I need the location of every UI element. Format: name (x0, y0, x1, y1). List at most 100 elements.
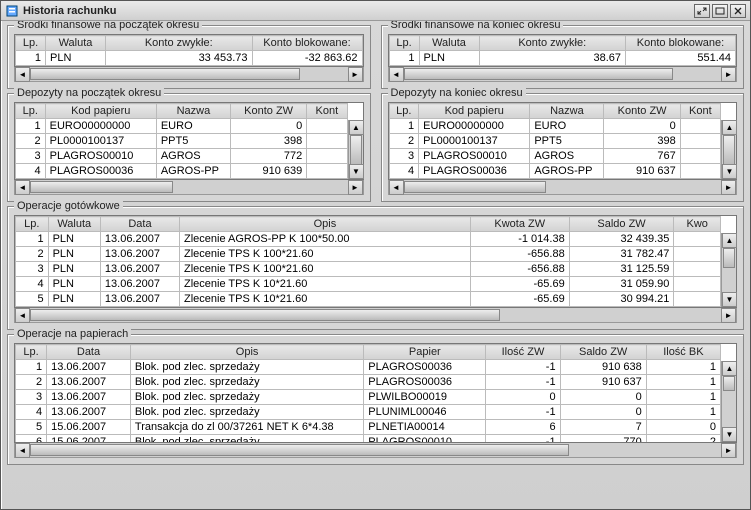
col-lp[interactable]: Lp. (16, 104, 46, 119)
header-row[interactable]: Lp. Data Opis Papier Ilość ZW Saldo ZW I… (16, 345, 721, 360)
col-lp[interactable]: Lp. (389, 104, 419, 119)
vscrollbar[interactable]: ▲ ▼ (348, 120, 363, 179)
col-kod[interactable]: Kod papieru (45, 104, 156, 119)
scroll-track[interactable] (722, 248, 736, 292)
scroll-thumb[interactable] (404, 68, 674, 80)
table-row[interactable]: 2PLN13.06.2007Zlecenie TPS K 100*21.60-6… (16, 247, 721, 262)
hscrollbar[interactable]: ◄ ► (14, 67, 364, 82)
scroll-thumb[interactable] (30, 444, 569, 456)
col-konto-blokowane[interactable]: Konto blokowane: (252, 36, 362, 51)
scroll-right-icon[interactable]: ► (348, 180, 363, 195)
scroll-track[interactable] (404, 67, 722, 81)
titlebar[interactable]: Historia rachunku (1, 1, 750, 21)
scroll-track[interactable] (30, 443, 721, 457)
col-ilosc-zw[interactable]: Ilość ZW (486, 345, 560, 360)
col-konto[interactable]: Kont (680, 104, 720, 119)
table-row[interactable]: 313.06.2007Blok. pod zlec. sprzedażyPLWI… (16, 390, 721, 405)
col-data[interactable]: Data (100, 217, 179, 232)
scroll-track[interactable] (722, 135, 736, 164)
header-row[interactable]: Lp. Kod papieru Nazwa Konto ZW Kont (389, 104, 721, 119)
header-row[interactable]: Lp. Kod papieru Nazwa Konto ZW Kont (16, 104, 348, 119)
vscrollbar[interactable]: ▲ ▼ (721, 361, 736, 442)
table-row[interactable]: 5PLN13.06.2007Zlecenie TPS K 10*21.60-65… (16, 292, 721, 307)
col-kwota-zw[interactable]: Kwota ZW (470, 217, 569, 232)
col-konto-blokowane[interactable]: Konto blokowane: (626, 36, 736, 51)
scroll-track[interactable] (722, 376, 736, 427)
scroll-right-icon[interactable]: ► (348, 67, 363, 82)
scroll-left-icon[interactable]: ◄ (15, 180, 30, 195)
col-kod[interactable]: Kod papieru (419, 104, 530, 119)
scroll-down-icon[interactable]: ▼ (722, 427, 737, 442)
scroll-track[interactable] (404, 180, 722, 194)
scroll-thumb[interactable] (723, 376, 735, 391)
table-row[interactable]: 413.06.2007Blok. pod zlec. sprzedażyPLUN… (16, 405, 721, 420)
col-currency[interactable]: Waluta (419, 36, 479, 51)
col-lp[interactable]: Lp. (389, 36, 419, 51)
scroll-right-icon[interactable]: ► (721, 308, 736, 323)
table-row[interactable]: 1 PLN 38.67 551.44 (389, 51, 736, 66)
col-currency[interactable]: Waluta (46, 36, 106, 51)
col-saldo-zw[interactable]: Saldo ZW (569, 217, 674, 232)
table-row[interactable]: 3PLAGROS00010AGROS772 (16, 149, 348, 164)
table-row[interactable]: 3PLN13.06.2007Zlecenie TPS K 100*21.60-6… (16, 262, 721, 277)
col-konto-zw[interactable]: Konto ZW (230, 104, 306, 119)
scroll-left-icon[interactable]: ◄ (389, 67, 404, 82)
col-lp[interactable]: Lp. (16, 36, 46, 51)
table-row[interactable]: 4PLN13.06.2007Zlecenie TPS K 10*21.60-65… (16, 277, 721, 292)
scroll-right-icon[interactable]: ► (721, 67, 736, 82)
scroll-thumb[interactable] (723, 248, 735, 268)
scroll-thumb[interactable] (350, 135, 362, 165)
col-konto[interactable]: Kont (307, 104, 347, 119)
scroll-left-icon[interactable]: ◄ (15, 443, 30, 458)
detach-button[interactable] (694, 4, 710, 18)
table-row[interactable]: 1PLN13.06.2007Zlecenie AGROS-PP K 100*50… (16, 232, 721, 247)
col-opis[interactable]: Opis (180, 217, 471, 232)
scroll-down-icon[interactable]: ▼ (349, 164, 364, 179)
scroll-track[interactable] (30, 67, 348, 81)
hscrollbar[interactable]: ◄ ► (14, 180, 364, 195)
hscrollbar[interactable]: ◄ ► (388, 180, 738, 195)
scroll-thumb[interactable] (30, 181, 173, 193)
col-currency[interactable]: Waluta (48, 217, 100, 232)
col-nazwa[interactable]: Nazwa (156, 104, 230, 119)
hscrollbar[interactable]: ◄ ► (388, 67, 738, 82)
scroll-track[interactable] (30, 308, 721, 322)
vscrollbar[interactable]: ▲ ▼ (721, 233, 736, 307)
scroll-up-icon[interactable]: ▲ (722, 233, 737, 248)
table-row[interactable]: 113.06.2007Blok. pod zlec. sprzedażyPLAG… (16, 360, 721, 375)
col-nazwa[interactable]: Nazwa (530, 104, 604, 119)
scroll-right-icon[interactable]: ► (721, 180, 736, 195)
table-row[interactable]: 2PL0000100137PPT5398 (16, 134, 348, 149)
scroll-up-icon[interactable]: ▲ (722, 120, 737, 135)
scroll-track[interactable] (349, 135, 363, 164)
col-data[interactable]: Data (47, 345, 131, 360)
col-konto-zwykle[interactable]: Konto zwykłe: (479, 36, 626, 51)
table-row[interactable]: 1EURO00000000EURO0 (16, 119, 348, 134)
col-lp[interactable]: Lp. (16, 217, 49, 232)
scroll-thumb[interactable] (30, 309, 500, 321)
table-row[interactable]: 4PLAGROS00036AGROS-PP910 637 (389, 164, 721, 179)
scroll-thumb[interactable] (404, 181, 547, 193)
col-opis[interactable]: Opis (130, 345, 363, 360)
col-lp[interactable]: Lp. (16, 345, 47, 360)
table-row[interactable]: 1EURO00000000EURO0 (389, 119, 721, 134)
col-papier[interactable]: Papier (364, 345, 486, 360)
table-row[interactable]: 4PLAGROS00036AGROS-PP910 639 (16, 164, 348, 179)
hscrollbar[interactable]: ◄ ► (14, 308, 737, 323)
maximize-button[interactable] (712, 4, 728, 18)
table-row[interactable]: 3PLAGROS00010AGROS767 (389, 149, 721, 164)
vscrollbar[interactable]: ▲ ▼ (721, 120, 736, 179)
col-ilosc-bk[interactable]: Ilość BK (646, 345, 720, 360)
close-button[interactable] (730, 4, 746, 18)
scroll-up-icon[interactable]: ▲ (722, 361, 737, 376)
table-row[interactable]: 2PL0000100137PPT5398 (389, 134, 721, 149)
scroll-right-icon[interactable]: ► (721, 443, 736, 458)
table-row[interactable]: 515.06.2007Transakcja do zl 00/37261 NET… (16, 420, 721, 435)
table-row[interactable]: 615.06.2007Blok. pod zlec. sprzedażyPLAG… (16, 435, 721, 444)
scroll-thumb[interactable] (30, 68, 300, 80)
scroll-up-icon[interactable]: ▲ (349, 120, 364, 135)
scroll-track[interactable] (30, 180, 348, 194)
scroll-down-icon[interactable]: ▼ (722, 292, 737, 307)
col-konto-zw[interactable]: Konto ZW (604, 104, 680, 119)
table-row[interactable]: 1 PLN 33 453.73 -32 863.62 (16, 51, 363, 66)
